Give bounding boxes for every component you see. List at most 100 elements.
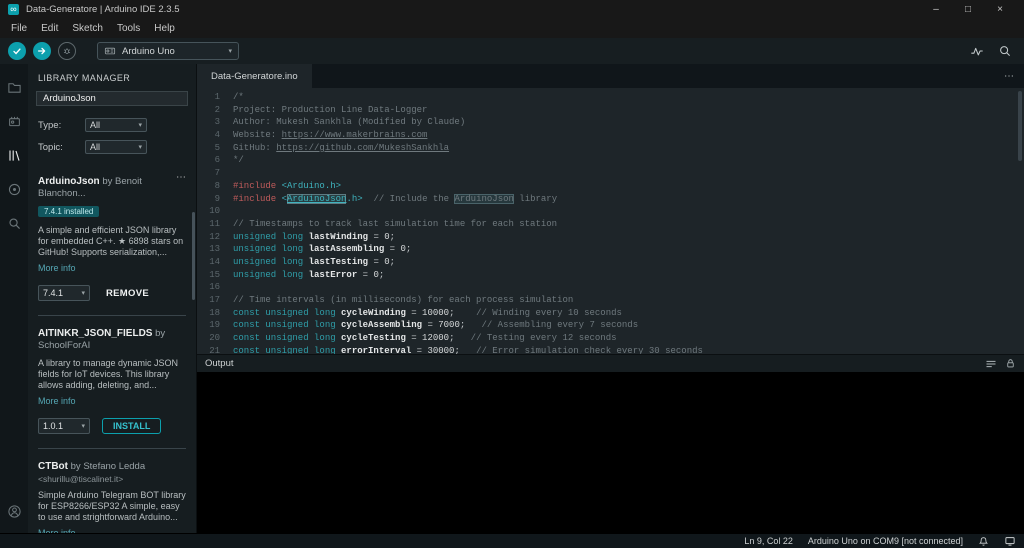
code-line-text: const unsigned long errorInterval = 3000… [233,345,703,354]
code-line-text: unsigned long lastAssembling = 0; [233,243,411,256]
account-icon [7,504,22,519]
code-line[interactable]: 18const unsigned long cycleWinding = 100… [197,307,1024,320]
code-line[interactable]: 1/* [197,91,1024,104]
close-button[interactable]: × [984,4,1016,15]
editor-more-actions-icon[interactable]: ⋯ [1004,64,1014,88]
menu-tools[interactable]: Tools [110,23,147,34]
board-selector[interactable]: Arduino Uno ▾ [97,42,239,60]
verify-button[interactable] [8,42,26,60]
debug-button[interactable] [58,42,76,60]
type-filter-select[interactable]: All ▾ [85,118,147,132]
code-line[interactable]: 17// Time intervals (in milliseconds) fo… [197,294,1024,307]
version-select[interactable]: 7.4.1 ▾ [38,285,90,301]
menu-sketch[interactable]: Sketch [65,23,110,34]
code-line[interactable]: 14unsigned long lastTesting = 0; [197,256,1024,269]
topic-filter-select[interactable]: All ▾ [85,140,147,154]
line-number: 8 [197,180,233,193]
menu-edit[interactable]: Edit [34,23,65,34]
search-icon [7,216,22,231]
line-number: 15 [197,269,233,282]
code-line-text: Project: Production Line Data-Logger [233,104,427,117]
install-button[interactable]: INSTALL [102,418,161,434]
tab-data-generatore[interactable]: Data-Generatore.ino [197,64,312,88]
menu-help[interactable]: Help [147,23,182,34]
line-number: 19 [197,319,233,332]
more-info-link[interactable]: More info [38,396,76,406]
line-number: 2 [197,104,233,117]
code-line[interactable]: 2Project: Production Line Data-Logger [197,104,1024,117]
library-card-aitinkr: AITINKR_JSON_FIELDS by SchoolForAI A lib… [28,316,196,448]
account-button[interactable] [0,494,28,528]
code-line[interactable]: 21const unsigned long errorInterval = 30… [197,345,1024,354]
upload-button[interactable] [33,42,51,60]
serial-monitor-toggle-icon[interactable] [1004,535,1016,547]
chip-icon [7,114,22,129]
chevron-down-icon: ▾ [138,121,142,129]
code-line[interactable]: 6*/ [197,154,1024,167]
scroll-lock-icon[interactable] [1005,358,1016,369]
code-line-text: unsigned long lastWinding = 0; [233,231,395,244]
code-line[interactable]: 16 [197,281,1024,294]
code-line-text: const unsigned long cycleAssembling = 70… [233,319,638,332]
sidebar-item-boards-manager[interactable] [0,104,28,138]
line-number: 3 [197,116,233,129]
cursor-position[interactable]: Ln 9, Col 22 [744,536,793,546]
panel-scrollbar[interactable] [192,212,195,300]
window-controls: – □ × [920,4,1016,15]
code-line[interactable]: 8#include <Arduino.h> [197,180,1024,193]
version-select[interactable]: 1.0.1 ▾ [38,418,90,434]
code-line[interactable]: 10 [197,205,1024,218]
maximize-button[interactable]: □ [952,4,984,15]
code-line[interactable]: 13unsigned long lastAssembling = 0; [197,243,1024,256]
notifications-bell-icon[interactable] [978,536,989,547]
board-status[interactable]: Arduino Uno on COM9 [not connected] [808,536,963,546]
minimize-button[interactable]: – [920,4,952,15]
sidebar-item-debug[interactable] [0,172,28,206]
kebab-menu-icon[interactable]: ⋯ [176,172,186,183]
code-line-text: #include <Arduino.h> [233,180,341,193]
line-number: 9 [197,193,233,206]
sidebar-item-search[interactable] [0,206,28,240]
code-line[interactable]: 7 [197,167,1024,180]
toolbar: Arduino Uno ▾ [0,38,1024,64]
code-line[interactable]: 5GitHub: https://github.com/MukeshSankhl… [197,142,1024,155]
serial-monitor-icon[interactable] [998,44,1012,58]
editor-area: Data-Generatore.ino ⋯ 1/*2Project: Produ… [197,64,1024,533]
code-line[interactable]: 12unsigned long lastWinding = 0; [197,231,1024,244]
line-number: 7 [197,167,233,180]
code-line-text: unsigned long lastError = 0; [233,269,384,282]
code-line[interactable]: 9#include <ArduinoJson.h> // Include the… [197,193,1024,206]
code-area[interactable]: 1/*2Project: Production Line Data-Logger… [197,88,1024,354]
status-bar: Ln 9, Col 22 Arduino Uno on COM9 [not co… [0,533,1024,548]
library-author: by Stefano Ledda [71,461,145,472]
code-line-text: GitHub: https://github.com/MukeshSankhla [233,142,449,155]
library-search-value: ArduinoJson [43,93,96,104]
line-number: 18 [197,307,233,320]
code-line[interactable]: 20const unsigned long cycleTesting = 120… [197,332,1024,345]
more-info-link[interactable]: More info [38,263,76,273]
editor-scrollbar[interactable] [1018,91,1022,161]
output-options-icon[interactable] [985,358,997,370]
code-line[interactable]: 3Author: Mukesh Sankhla (Modified by Cla… [197,116,1024,129]
library-search-input[interactable]: ArduinoJson [36,91,188,106]
sidebar-item-library-manager[interactable] [0,138,28,172]
code-line[interactable]: 15unsigned long lastError = 0; [197,269,1024,282]
code-line[interactable]: 11// Timestamps to track last simulation… [197,218,1024,231]
sidebar-item-sketchbook[interactable] [0,70,28,104]
output-console[interactable] [197,372,1024,533]
menu-file[interactable]: File [4,23,34,34]
remove-button[interactable]: REMOVE [106,288,149,299]
line-number: 17 [197,294,233,307]
code-line[interactable]: 4Website: https://www.makerbrains.com [197,129,1024,142]
line-number: 1 [197,91,233,104]
more-info-link[interactable]: More info [38,528,76,533]
arduino-ide-window: ∞ Data-Generatore | Arduino IDE 2.3.5 – … [0,0,1024,548]
code-line[interactable]: 19const unsigned long cycleAssembling = … [197,319,1024,332]
chevron-down-icon: ▾ [81,289,85,297]
chevron-down-icon: ▾ [81,422,85,430]
tab-label: Data-Generatore.ino [211,71,298,82]
code-line-text: const unsigned long cycleTesting = 12000… [233,332,617,345]
topic-filter-label: Topic: [38,142,85,153]
serial-plotter-icon[interactable] [970,44,984,58]
version-value: 1.0.1 [43,421,63,431]
